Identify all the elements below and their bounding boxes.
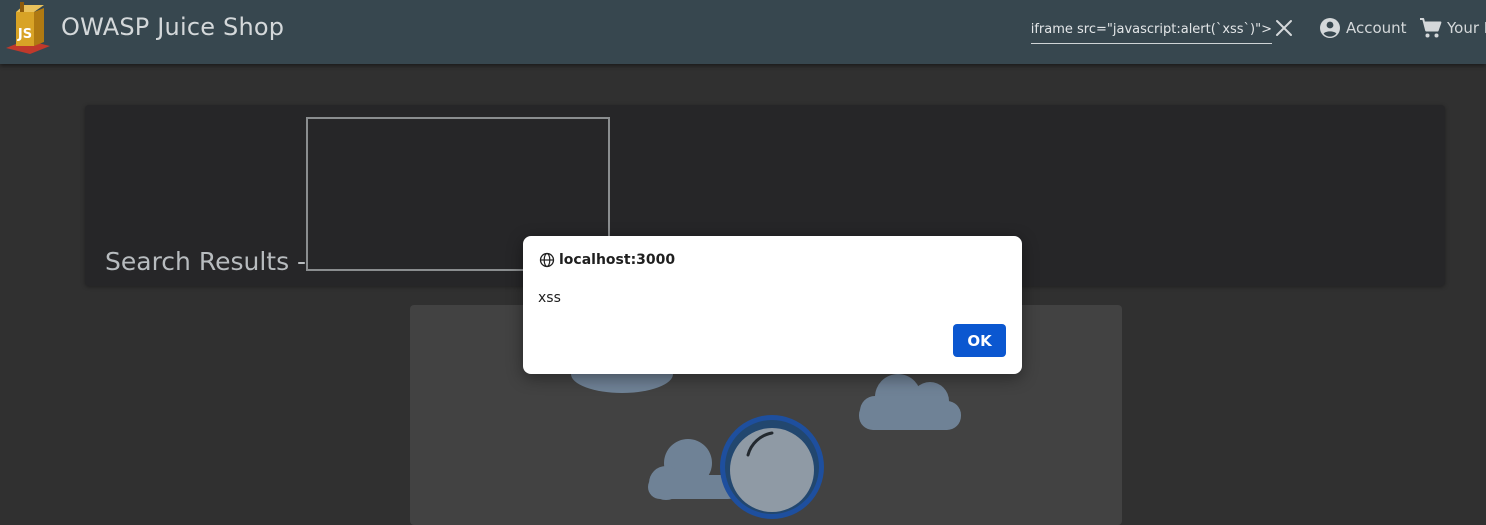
alert-overlay: localhost:3000 xss OK <box>0 0 1486 503</box>
ok-button[interactable]: OK <box>953 324 1006 357</box>
dialog-origin: localhost:3000 <box>539 252 675 268</box>
dialog-origin-text: localhost:3000 <box>559 252 676 268</box>
dialog-message: xss <box>538 290 561 306</box>
globe-icon <box>539 252 555 268</box>
javascript-alert-dialog: localhost:3000 xss OK <box>523 236 1022 374</box>
